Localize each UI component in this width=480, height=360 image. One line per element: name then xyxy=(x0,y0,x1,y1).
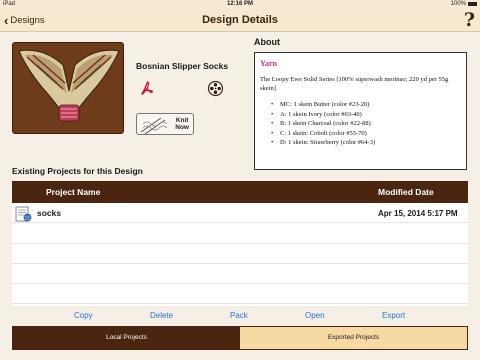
yarn-project-icon xyxy=(15,206,32,222)
project-name: socks xyxy=(37,208,62,218)
navigation-bar: ‹ Designs Design Details ? xyxy=(0,8,480,32)
yarn-list-item: B: 1 skein Charcoal (color #22-88) xyxy=(271,119,461,129)
battery-percent: 100% xyxy=(450,1,466,7)
knit-label: Knit xyxy=(175,117,189,124)
clock: 12:16 PM xyxy=(226,1,253,7)
about-heading: About xyxy=(254,37,280,47)
design-thumbnail[interactable] xyxy=(12,42,124,134)
yarn-list-item: A: 1 skein Ivory (color #03-40) xyxy=(271,110,461,120)
row-divider xyxy=(12,283,468,284)
action-toolbar: Copy Delete Pack Open Export xyxy=(12,306,468,326)
delete-button[interactable]: Delete xyxy=(150,311,173,320)
column-header-modified-date[interactable]: Modified Date xyxy=(378,187,434,197)
yarn-list-item: C: 1 skein: Cobolt (color #55-70) xyxy=(271,129,461,139)
page-title: Design Details xyxy=(202,14,278,26)
status-bar: iPad 12:16 PM 100% xyxy=(0,0,480,8)
about-text-panel[interactable]: Yarn The Loopy Ewe Solid Series [100% su… xyxy=(254,52,467,170)
yarn-description: The Loopy Ewe Solid Series [100% superwa… xyxy=(260,76,449,92)
open-button[interactable]: Open xyxy=(305,311,325,320)
slipper-sock-image xyxy=(13,43,123,133)
column-header-project-name[interactable]: Project Name xyxy=(46,187,100,197)
yarn-list-item: MC: 1 skein Butter (color #23-20) xyxy=(271,100,461,110)
table-header: Project Name Modified Date xyxy=(12,181,468,203)
pack-button[interactable]: Pack xyxy=(230,311,248,320)
now-label: Now xyxy=(175,124,189,131)
design-name: Bosnian Slipper Socks xyxy=(136,61,229,71)
battery-icon xyxy=(468,2,477,6)
yarn-title: Yarn xyxy=(260,59,277,68)
segment-exported-projects[interactable]: Exported Projects xyxy=(240,327,467,349)
project-modified-date: Apr 15, 2014 5:17 PM xyxy=(378,209,458,218)
segment-local-projects[interactable]: Local Projects xyxy=(13,327,240,349)
row-divider xyxy=(12,263,468,264)
yarn-list: MC: 1 skein Butter (color #23-20) A: 1 s… xyxy=(260,100,461,148)
knitting-needles-icon xyxy=(140,117,168,134)
question-mark-icon[interactable]: ? xyxy=(464,10,475,30)
projects-table: Project Name Modified Date socks Apr 15,… xyxy=(12,181,468,306)
row-divider xyxy=(12,243,468,244)
copy-button[interactable]: Copy xyxy=(74,311,93,320)
export-button[interactable]: Export xyxy=(382,311,405,320)
row-divider xyxy=(12,303,468,304)
project-source-segmented-control: Local Projects Exported Projects xyxy=(12,326,468,350)
yarn-list-item: D: 1 skein: Strawberry (color #64-3) xyxy=(271,138,461,148)
knit-now-label: Knit Now xyxy=(175,117,189,131)
knit-now-button[interactable]: Knit Now xyxy=(136,113,194,135)
film-reel-icon[interactable] xyxy=(207,80,224,97)
projects-heading: Existing Projects for this Design xyxy=(12,166,143,176)
table-row[interactable]: socks Apr 15, 2014 5:17 PM xyxy=(12,203,468,223)
acrobat-pdf-icon[interactable] xyxy=(139,80,155,96)
